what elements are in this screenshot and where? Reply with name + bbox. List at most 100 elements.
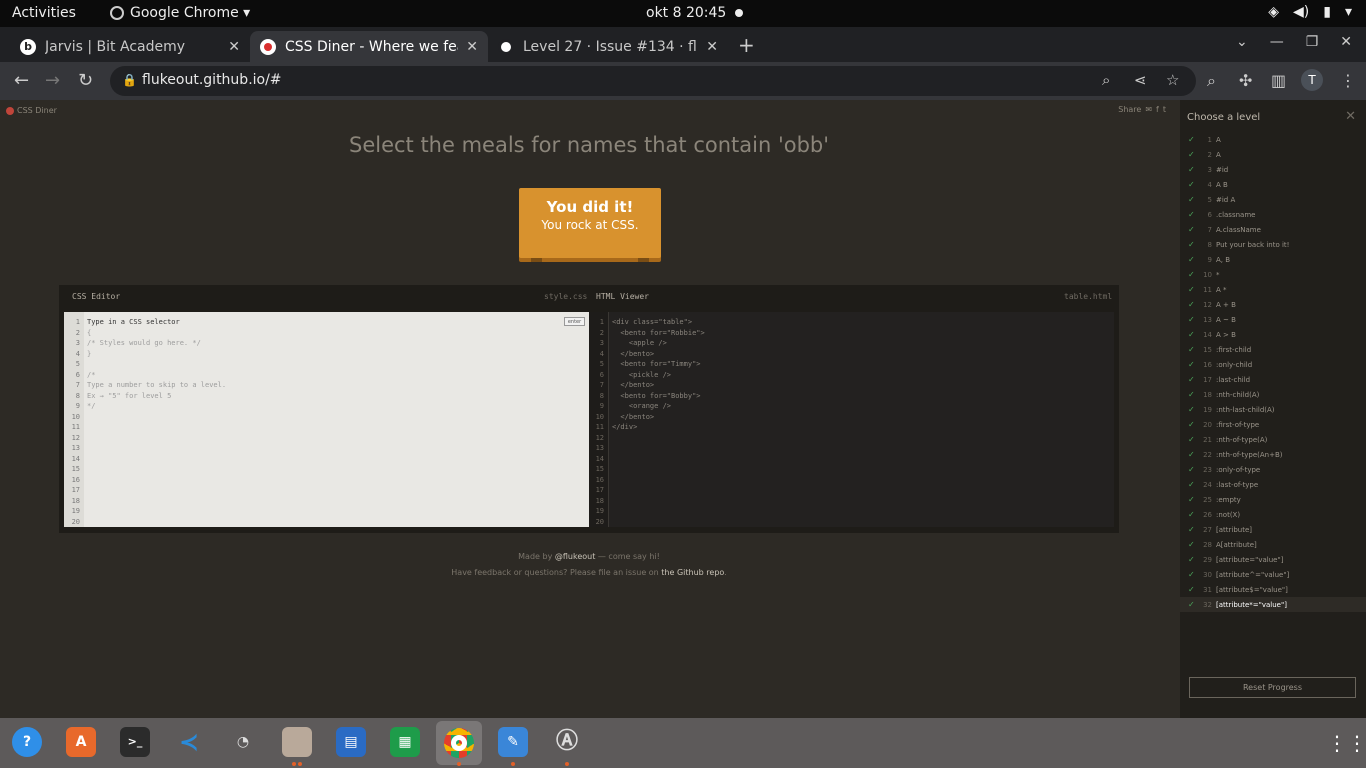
- level-item[interactable]: ✓ 10 *: [1180, 267, 1366, 282]
- markup-line[interactable]: <pickle />: [612, 371, 671, 379]
- level-item[interactable]: ✓ 18:nth-child(A): [1180, 387, 1366, 402]
- tab-search-icon[interactable]: ⌄: [1236, 34, 1248, 50]
- app-menu[interactable]: Google Chrome ▾: [110, 5, 250, 21]
- close-window-icon[interactable]: ✕: [1340, 34, 1352, 50]
- level-item[interactable]: ✓ 28 A[attribute]: [1180, 537, 1366, 552]
- reload-icon[interactable]: ↻: [78, 70, 93, 91]
- level-item[interactable]: ✓ 24:last-of-type: [1180, 477, 1366, 492]
- level-item[interactable]: ✓ 11 A *: [1180, 282, 1366, 297]
- share-icon[interactable]: ⋖: [1134, 71, 1147, 89]
- level-number: 30: [1203, 570, 1212, 579]
- markup-line[interactable]: <bento for="Bobby">: [612, 392, 700, 400]
- files-icon[interactable]: [282, 727, 312, 757]
- vscode-icon[interactable]: ≺: [174, 727, 204, 757]
- close-tab-icon[interactable]: ✕: [228, 39, 240, 55]
- clock[interactable]: okt 8 20:45: [646, 5, 726, 21]
- url-text[interactable]: flukeout.github.io/#: [142, 72, 282, 88]
- bookmark-star-icon[interactable]: ☆: [1166, 71, 1179, 89]
- tab-css-diner[interactable]: CSS Diner - Where we feast on CSS ✕: [250, 31, 488, 62]
- gimp-icon[interactable]: ◔: [228, 727, 258, 757]
- profile-avatar[interactable]: T: [1301, 69, 1323, 91]
- new-tab-icon[interactable]: +: [738, 33, 755, 57]
- tab-jarvis[interactable]: b Jarvis | Bit Academy ✕: [10, 31, 250, 62]
- level-item[interactable]: ✓ 7 A.className: [1180, 222, 1366, 237]
- flukeout-link[interactable]: @flukeout: [555, 552, 595, 561]
- level-item[interactable]: ✓ 6 .classname: [1180, 207, 1366, 222]
- chrome-icon[interactable]: [436, 721, 482, 765]
- writer-icon[interactable]: ▤: [336, 727, 366, 757]
- minimize-icon[interactable]: —: [1270, 34, 1284, 50]
- level-item[interactable]: ✓ 29 [attribute="value"]: [1180, 552, 1366, 567]
- level-item[interactable]: ✓ 32 [attribute*="value"]: [1180, 597, 1366, 612]
- level-item[interactable]: ✓ 16:only-child: [1180, 357, 1366, 372]
- markup-line[interactable]: <bento for="Robbie">: [612, 329, 704, 337]
- facebook-icon[interactable]: f: [1156, 105, 1159, 114]
- markup-line[interactable]: <div class="table">: [612, 318, 692, 326]
- level-item[interactable]: ✓ 13 A ~ B: [1180, 312, 1366, 327]
- lock-icon[interactable]: 🔒: [122, 73, 137, 87]
- back-icon[interactable]: ←: [14, 70, 29, 91]
- system-tray[interactable]: ◈ ◀) ▮ ▾: [1268, 4, 1352, 20]
- css-diner-logo[interactable]: CSS Diner: [6, 106, 57, 115]
- level-item[interactable]: ✓ 3 #id: [1180, 162, 1366, 177]
- help-icon[interactable]: ?: [12, 727, 42, 757]
- activities-button[interactable]: Activities: [12, 5, 76, 21]
- text-editor-icon[interactable]: ✎: [498, 727, 528, 757]
- markup-line[interactable]: <apple />: [612, 339, 667, 347]
- level-item[interactable]: ✓ 21:nth-of-type(A): [1180, 432, 1366, 447]
- markup-line[interactable]: </bento>: [612, 413, 654, 421]
- level-item[interactable]: ✓ 15:first-child: [1180, 342, 1366, 357]
- level-item[interactable]: ✓ 8 Put your back into it!: [1180, 237, 1366, 252]
- level-item[interactable]: ✓ 30 [attribute^="value"]: [1180, 567, 1366, 582]
- level-item[interactable]: ✓ 12 A + B: [1180, 297, 1366, 312]
- level-item[interactable]: ✓ 22:nth-of-type(An+B): [1180, 447, 1366, 462]
- level-item[interactable]: ✓ 1 A: [1180, 132, 1366, 147]
- search-icon[interactable]: ⌕: [1207, 71, 1216, 91]
- restore-icon[interactable]: ❐: [1306, 34, 1319, 50]
- markup-line[interactable]: </bento>: [612, 350, 654, 358]
- close-tab-icon[interactable]: ✕: [706, 39, 718, 55]
- software-updater-icon[interactable]: Ⓐ: [552, 727, 582, 757]
- reset-progress-button[interactable]: Reset Progress: [1189, 677, 1356, 698]
- tab-github-issue[interactable]: Level 27 · Issue #134 · flukeout/css-din…: [488, 31, 728, 62]
- calc-icon[interactable]: ▦: [390, 727, 420, 757]
- level-item[interactable]: ✓ 27 [attribute]: [1180, 522, 1366, 537]
- twitter-icon[interactable]: t: [1163, 105, 1166, 114]
- checkmark-icon: ✓: [1188, 600, 1195, 609]
- level-item[interactable]: ✓ 5 #id A: [1180, 192, 1366, 207]
- markup-line[interactable]: <bento for="Timmy">: [612, 360, 700, 368]
- close-icon[interactable]: ✕: [1345, 109, 1356, 124]
- markup-line[interactable]: </bento>: [612, 381, 654, 389]
- level-item[interactable]: ✓ 9 A, B: [1180, 252, 1366, 267]
- side-panel-icon[interactable]: ▥: [1271, 71, 1286, 90]
- kebab-menu-icon[interactable]: ⋮: [1340, 71, 1356, 90]
- level-item[interactable]: ✓ 31 [attribute$="value"]: [1180, 582, 1366, 597]
- address-bar[interactable]: 🔒 flukeout.github.io/# ⌕ ⋖ ☆: [110, 66, 1196, 96]
- github-repo-link[interactable]: the Github repo: [661, 568, 724, 577]
- level-item[interactable]: ✓ 25:empty: [1180, 492, 1366, 507]
- css-selector-input[interactable]: Type in a CSS selector: [87, 318, 180, 326]
- forward-icon[interactable]: →: [45, 70, 60, 91]
- enter-button[interactable]: enter: [564, 317, 585, 326]
- email-icon[interactable]: ✉: [1145, 105, 1152, 114]
- level-item[interactable]: ✓ 19:nth-last-child(A): [1180, 402, 1366, 417]
- terminal-icon[interactable]: >_: [120, 727, 150, 757]
- level-item[interactable]: ✓ 4 A B: [1180, 177, 1366, 192]
- markup-line[interactable]: </div>: [612, 423, 637, 431]
- show-apps-icon[interactable]: ⋮⋮⋮: [1327, 731, 1366, 755]
- markup-line[interactable]: <orange />: [612, 402, 671, 410]
- level-item[interactable]: ✓ 2 A: [1180, 147, 1366, 162]
- footer-text: .: [724, 568, 727, 577]
- level-item[interactable]: ✓ 14 A > B: [1180, 327, 1366, 342]
- level-label: #id: [1216, 165, 1229, 174]
- level-item[interactable]: ✓ 26:not(X): [1180, 507, 1366, 522]
- extensions-icon[interactable]: ✣: [1239, 71, 1252, 90]
- footer-feedback: Have feedback or questions? Please file …: [0, 568, 1178, 577]
- level-item[interactable]: ✓ 23:only-of-type: [1180, 462, 1366, 477]
- level-item[interactable]: ✓ 20:first-of-type: [1180, 417, 1366, 432]
- close-tab-icon[interactable]: ✕: [466, 39, 478, 55]
- level-item[interactable]: ✓ 17:last-child: [1180, 372, 1366, 387]
- css-editor[interactable]: 1 2 3 4 5 6 7 8 9 10 11 12 13 14 15 16 17 18 19 20 Type in …: [64, 312, 589, 527]
- app-center-icon[interactable]: A: [66, 727, 96, 757]
- zoom-icon[interactable]: ⌕: [1102, 71, 1110, 89]
